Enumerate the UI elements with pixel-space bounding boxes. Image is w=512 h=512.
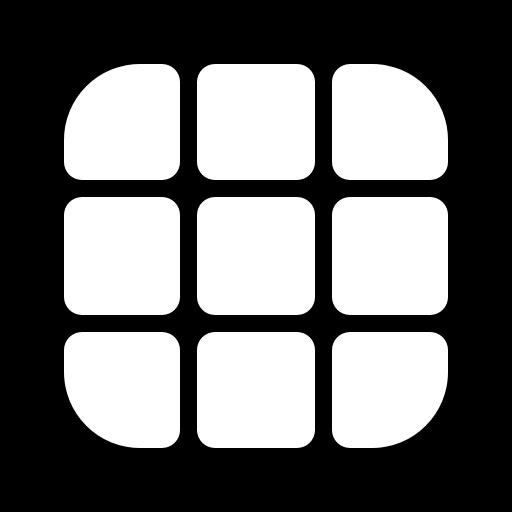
grid-tile-middle-right: [332, 197, 448, 315]
grid-3x3-icon: [0, 0, 512, 512]
grid-tile-top-center: [197, 64, 315, 180]
grid-tile-center: [197, 197, 315, 315]
grid-tile-middle-left: [64, 197, 180, 315]
app-icon: [0, 0, 512, 512]
grid-tile-bottom-center: [197, 332, 315, 448]
